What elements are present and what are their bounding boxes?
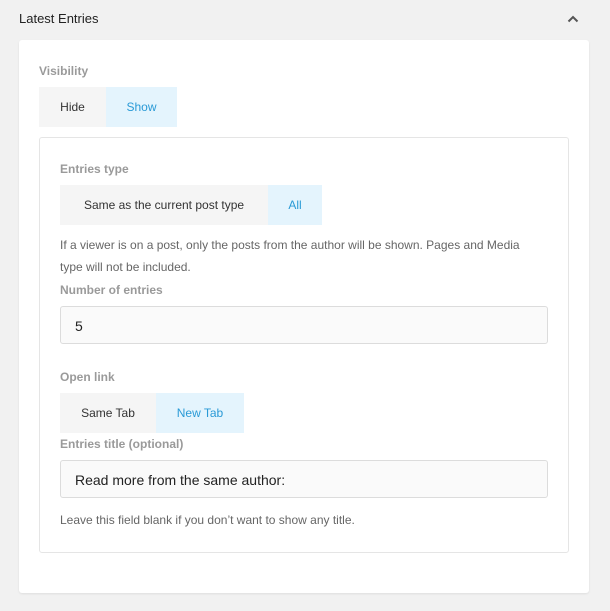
entries-type-label: Entries type: [60, 162, 129, 176]
entries-type-toggle: Same as the current post type All: [60, 185, 322, 225]
visibility-label: Visibility: [39, 64, 89, 78]
entries-type-help: If a viewer is on a post, only the posts…: [60, 234, 560, 278]
entries-type-help-line1: If a viewer is on a post, only the posts…: [60, 238, 520, 252]
open-link-toggle: Same Tab New Tab: [60, 393, 244, 433]
chevron-up-icon[interactable]: [566, 12, 580, 26]
open-link-label: Open link: [60, 370, 115, 384]
settings-panel: Visibility Hide Show Entries type Same a…: [19, 40, 589, 593]
open-link-same-tab-option[interactable]: Same Tab: [60, 393, 156, 433]
section-header[interactable]: Latest Entries: [0, 0, 610, 40]
section-title: Latest Entries: [19, 11, 99, 26]
open-link-new-tab-option[interactable]: New Tab: [156, 393, 244, 433]
visibility-hide-option[interactable]: Hide: [39, 87, 106, 127]
entries-title-input[interactable]: Read more from the same author:: [60, 460, 548, 498]
entries-type-all-option[interactable]: All: [268, 185, 322, 225]
entries-title-help: Leave this field blank if you don’t want…: [60, 513, 355, 527]
entries-type-help-line2: type will not be included.: [60, 260, 191, 274]
entries-type-same-option[interactable]: Same as the current post type: [60, 185, 268, 225]
entries-settings-box: Entries type Same as the current post ty…: [39, 137, 569, 553]
number-of-entries-input[interactable]: 5: [60, 306, 548, 344]
visibility-toggle: Hide Show: [39, 87, 177, 127]
number-of-entries-label: Number of entries: [60, 283, 163, 297]
entries-title-label: Entries title (optional): [60, 437, 184, 451]
visibility-show-option[interactable]: Show: [106, 87, 177, 127]
